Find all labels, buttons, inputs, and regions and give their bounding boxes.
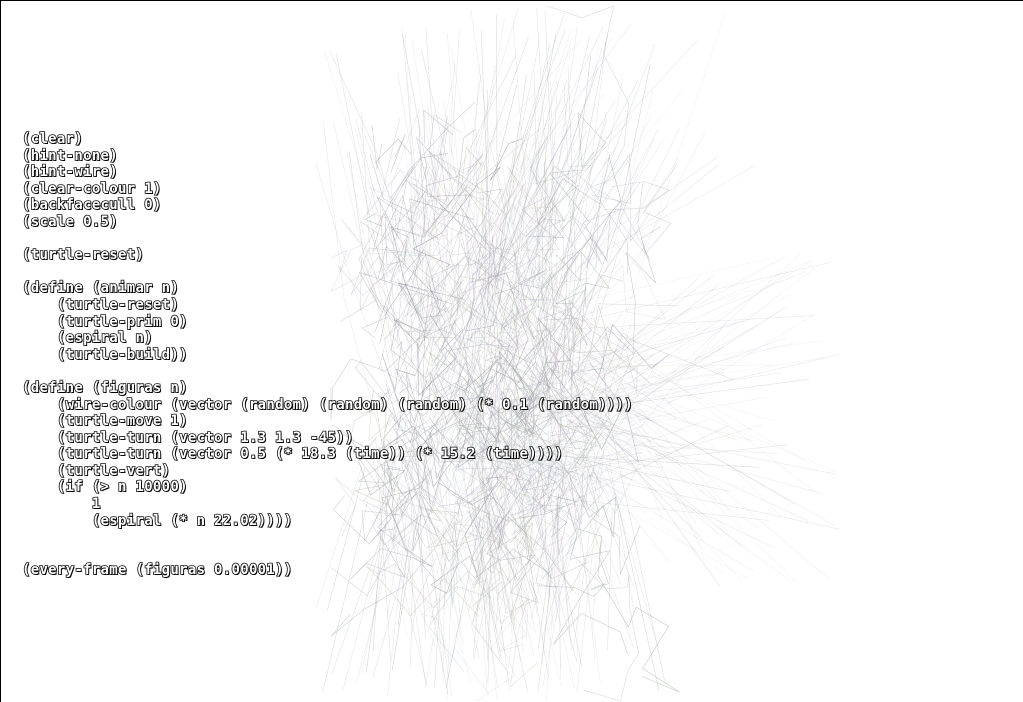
code-line: (turtle-vert) xyxy=(22,462,171,480)
code-line: (turtle-turn (vector 0.5 (* 18.3 (time))… xyxy=(22,446,564,464)
code-line: (espiral (* n 22.02)))) xyxy=(22,512,293,530)
code-line: (define (animar n) xyxy=(21,280,180,298)
code-line: 1 xyxy=(22,495,101,513)
code-line: (hint-none) xyxy=(21,147,119,165)
code-line: (turtle-move 1) xyxy=(22,412,188,430)
code-line: (turtle-prim 0) xyxy=(22,313,188,331)
code-line: (espiral n) xyxy=(22,329,153,347)
code-line: (turtle-build)) xyxy=(22,346,188,364)
code-line: (wire-colour (vector (random) (random) (… xyxy=(22,396,634,414)
fluxus-window: (clear) (hint-none) (hint-wire) (clear-colo… xyxy=(0,0,1023,702)
code-editor[interactable]: (clear) (hint-none) (hint-wire) (clear-colo… xyxy=(21,130,634,580)
code-line: (turtle-reset) xyxy=(21,246,145,264)
code-line: (every-frame (figuras 0.00001)) xyxy=(21,562,293,580)
code-line: (turtle-turn (vector 1.3 1.3 -45)) xyxy=(22,429,354,447)
code-line: (scale 0.5) xyxy=(21,213,119,231)
code-line: (clear-colour 1) xyxy=(21,180,162,198)
code-line: (clear) xyxy=(21,130,84,148)
code-line: (turtle-reset) xyxy=(22,296,180,314)
code-line: (if (> n 10000) xyxy=(22,479,188,497)
code-line: (define (figuras n) xyxy=(21,379,188,397)
code-line: (hint-wire) xyxy=(21,163,119,181)
code-line: (backfacecull 0) xyxy=(21,197,162,215)
